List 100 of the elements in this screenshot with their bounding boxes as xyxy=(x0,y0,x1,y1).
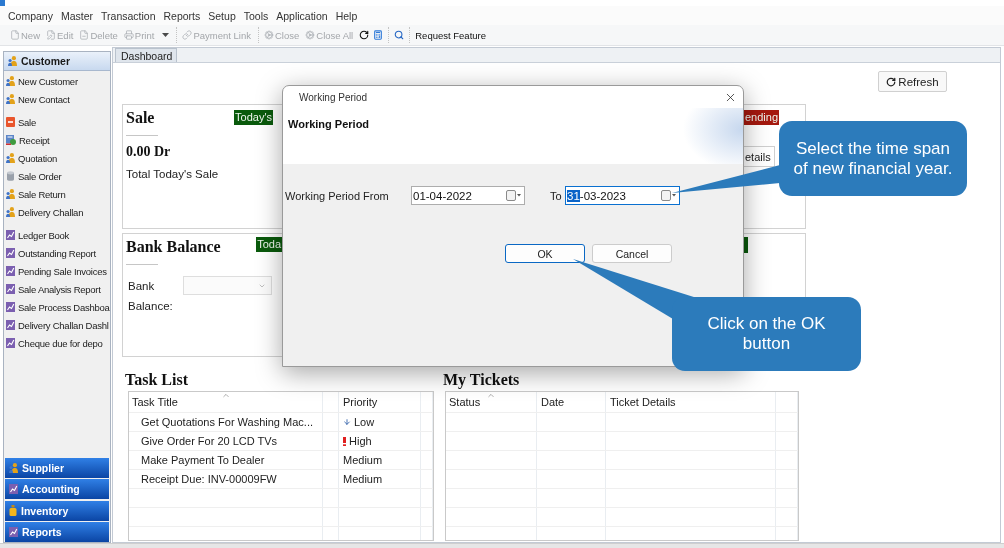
callout-text: Click on the OK button xyxy=(706,314,827,354)
field-label: Bank xyxy=(128,278,155,293)
caption-text: Total Today's Sale xyxy=(126,167,219,181)
task-title: Receipt Due: INV-00009FW xyxy=(141,473,277,485)
chart-icon xyxy=(6,266,15,276)
menu-item[interactable]: Setup xyxy=(204,7,240,24)
priority-label: Medium xyxy=(343,473,383,485)
menu-item[interactable]: Tools xyxy=(239,7,273,24)
people-icon xyxy=(6,76,15,86)
sidebar-item[interactable]: Pending Sale Invoices xyxy=(4,262,110,280)
section-header[interactable]: Accounting xyxy=(5,479,109,499)
sidebar-item[interactable]: Sale Return xyxy=(4,185,110,203)
sidebar-item[interactable]: Delivery Challan xyxy=(4,203,110,221)
calculator-icon[interactable] xyxy=(373,30,384,40)
toolbar-button[interactable]: Request Feature xyxy=(413,26,488,44)
sidebar-item[interactable]: New Customer xyxy=(4,72,110,90)
receipt-icon xyxy=(6,135,16,145)
card-title: Sale xyxy=(126,109,155,127)
amount-text: 0.00 Dr xyxy=(126,144,171,160)
people-icon xyxy=(9,462,18,473)
sidebar-item[interactable]: New Contact xyxy=(4,90,110,108)
menu-item[interactable]: Help xyxy=(331,7,362,24)
sort-caret-icon xyxy=(486,392,496,400)
sidebar-item[interactable]: Sale Process Dashboa xyxy=(4,298,110,316)
people-icon xyxy=(8,56,17,66)
status-badge: ending xyxy=(744,110,780,125)
column-header[interactable]: Status xyxy=(446,392,537,412)
gear-icon xyxy=(263,30,274,40)
tab[interactable]: Dashboard xyxy=(115,48,178,62)
column-header[interactable]: Task Title xyxy=(129,392,323,412)
people-icon xyxy=(6,207,15,217)
printer-icon xyxy=(123,30,134,40)
menu-item[interactable]: Master xyxy=(56,7,98,24)
sidebar-item[interactable]: Ledger Book xyxy=(4,226,110,244)
status-badge: Toda xyxy=(256,237,282,252)
chart-icon xyxy=(6,320,15,330)
callout-text: Select the time span of new financial year. xyxy=(792,138,954,179)
refresh-button[interactable]: Refresh xyxy=(878,71,947,92)
section-header[interactable]: Inventory xyxy=(5,500,109,521)
document-icon xyxy=(6,117,15,127)
bottle-icon xyxy=(9,505,17,516)
chart-icon xyxy=(9,484,18,494)
people-icon xyxy=(6,189,15,199)
sidebar-item[interactable]: Sale Analysis Report xyxy=(4,280,110,298)
sort-caret-icon xyxy=(221,392,230,400)
dialog-heading: Working Period xyxy=(288,117,370,131)
section-title: My Tickets xyxy=(443,371,520,388)
column-header[interactable]: Ticket Details xyxy=(606,392,776,412)
sidebar-item[interactable]: Cheque due for depo xyxy=(4,334,110,352)
caret-icon[interactable] xyxy=(162,33,170,37)
refresh-icon xyxy=(886,76,897,87)
section-header[interactable]: Customer xyxy=(4,52,110,71)
menu-item[interactable]: Company xyxy=(4,7,57,24)
dialog-button[interactable]: Cancel xyxy=(592,244,672,263)
section-header[interactable]: Reports xyxy=(5,522,109,542)
menu-item[interactable]: Application xyxy=(272,7,332,24)
section-title: Task List xyxy=(125,371,188,388)
people-icon xyxy=(6,153,15,163)
sidebar-item[interactable]: Receipt xyxy=(4,131,110,149)
column-header[interactable]: Date xyxy=(537,392,606,412)
exclamation-icon xyxy=(343,436,346,446)
task-title: Get Quotations For Washing Mac... xyxy=(141,416,313,428)
task-title: Give Order For 20 LCD TVs xyxy=(141,435,278,447)
refresh-icon[interactable] xyxy=(359,30,370,40)
sidebar-item[interactable]: Quotation xyxy=(4,149,110,167)
date-field[interactable]: 01-04-2022 xyxy=(411,186,525,205)
field-label: Working Period From xyxy=(285,189,389,202)
priority-label: High xyxy=(349,435,372,447)
menu-item[interactable]: Reports xyxy=(159,7,205,24)
task-title: Make Payment To Dealer xyxy=(141,454,265,466)
calendar-icon[interactable] xyxy=(661,190,676,201)
file-icon xyxy=(10,30,20,40)
dialog-title: Working Period xyxy=(299,91,368,103)
column-header[interactable]: Priority xyxy=(339,392,421,412)
sidebar-item[interactable]: Sale xyxy=(4,113,110,131)
field-label: To xyxy=(550,189,562,202)
sidebar-item[interactable]: Sale Order xyxy=(4,167,110,185)
priority-label: Medium xyxy=(343,454,383,466)
section-header[interactable]: Supplier xyxy=(5,457,109,478)
priority-label: Low xyxy=(354,416,375,428)
sidebar-item[interactable]: Outstanding Report xyxy=(4,244,110,262)
cylinder-icon xyxy=(6,171,15,181)
status-badge: Today's xyxy=(234,110,273,125)
people-icon xyxy=(6,94,15,104)
dialog-button[interactable]: OK xyxy=(505,244,585,263)
sidebar-item[interactable]: Delivery Challan Dashl xyxy=(4,316,110,334)
card-title: Bank Balance xyxy=(126,238,221,256)
details-tab[interactable]: etails xyxy=(744,146,775,167)
chart-icon xyxy=(6,284,15,294)
chart-icon xyxy=(6,248,15,258)
chart-icon xyxy=(6,338,15,348)
chart-icon xyxy=(6,230,15,240)
file-pen-icon xyxy=(46,30,56,40)
menu-item[interactable]: Transaction xyxy=(97,7,160,24)
app-icon xyxy=(0,0,5,6)
file-minus-icon xyxy=(79,30,90,40)
gear-icon xyxy=(305,30,316,40)
search-icon[interactable] xyxy=(394,30,405,40)
calendar-icon[interactable] xyxy=(506,190,521,201)
chart-icon xyxy=(6,302,15,312)
